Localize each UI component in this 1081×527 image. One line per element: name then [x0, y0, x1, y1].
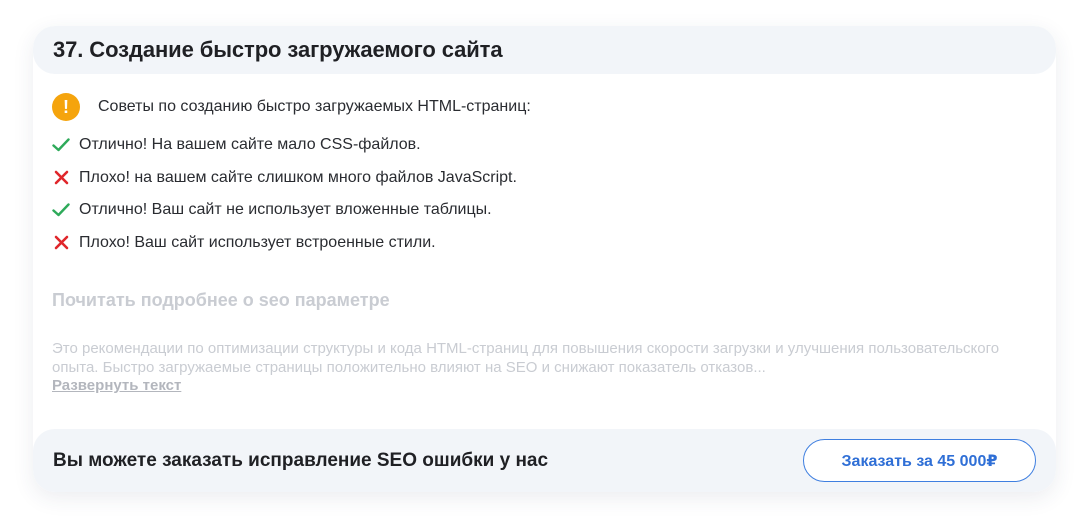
warning-icon: ! — [52, 93, 80, 121]
expand-text-link[interactable]: Развернуть текст — [52, 377, 181, 394]
check-icon — [52, 201, 70, 219]
tip-item: Отлично! На вашем сайте мало CSS-файлов. — [52, 129, 1036, 162]
seo-issue-card: 37. Создание быстро загружаемого сайта !… — [33, 26, 1056, 492]
check-icon — [52, 136, 70, 154]
tips-section: ! Советы по созданию быстро загружаемых … — [52, 93, 1036, 259]
tip-text: Плохо! на вашем сайте слишком много файл… — [79, 168, 517, 186]
tip-item: Плохо! Ваш сайт использует встроенные ст… — [52, 227, 1036, 260]
order-fix-text: Вы можете заказать исправление SEO ошибк… — [53, 449, 549, 471]
order-fix-button[interactable]: Заказать за 45 000₽ — [803, 439, 1036, 482]
tips-list: Отлично! На вашем сайте мало CSS-файлов.… — [52, 129, 1036, 259]
card-header: 37. Создание быстро загружаемого сайта — [33, 26, 1056, 74]
tips-heading-row: ! Советы по созданию быстро загружаемых … — [52, 93, 1036, 121]
tip-item: Плохо! на вашем сайте слишком много файл… — [52, 162, 1036, 195]
cross-icon — [52, 234, 70, 252]
tip-text: Плохо! Ваш сайт использует встроенные ст… — [79, 233, 436, 251]
card-title: 37. Создание быстро загружаемого сайта — [53, 37, 503, 62]
more-info-section: Почитать подробнее о seo параметре Это р… — [52, 290, 1026, 395]
order-fix-footer: Вы можете заказать исправление SEO ошибк… — [33, 429, 1056, 492]
more-info-description: Это рекомендации по оптимизации структур… — [52, 340, 1000, 376]
tip-text: Отлично! На вашем сайте мало CSS-файлов. — [79, 136, 421, 154]
more-info-title: Почитать подробнее о seo параметре — [52, 290, 390, 310]
cross-icon — [52, 169, 70, 187]
tip-item: Отлично! Ваш сайт не использует вложенны… — [52, 194, 1036, 227]
tips-heading: Советы по созданию быстро загружаемых HT… — [98, 98, 531, 115]
tip-text: Отлично! Ваш сайт не использует вложенны… — [79, 201, 492, 219]
